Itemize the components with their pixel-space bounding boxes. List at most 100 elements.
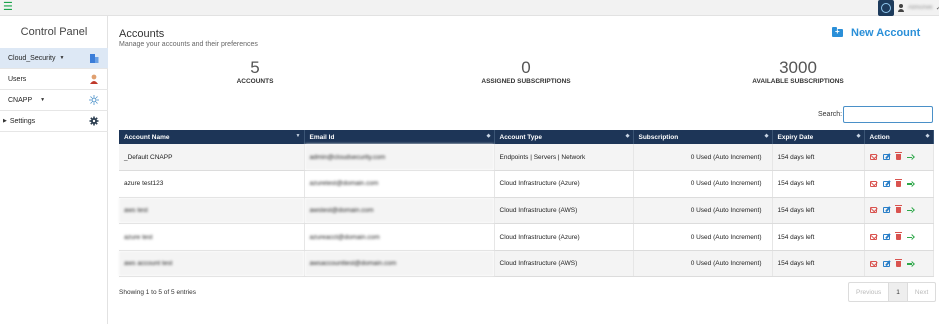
stat-available-subscriptions: 3000 AVAILABLE SUBSCRIPTIONS	[738, 58, 858, 86]
cell-actions	[864, 144, 934, 172]
cell-account-type: Endpoints | Servers | Network	[494, 144, 634, 172]
login-icon[interactable]	[906, 154, 914, 160]
sidebar-item-settings[interactable]: ▶ Settings	[0, 111, 108, 132]
trash-icon[interactable]	[894, 205, 902, 214]
cell-account-name: _Default CNAPP	[119, 144, 305, 172]
caret-down-icon: ▼	[40, 97, 46, 103]
building-icon	[90, 54, 99, 63]
stat-label: ASSIGNED SUBSCRIPTIONS	[481, 78, 571, 85]
sort-icon: ◆	[625, 133, 630, 139]
pagination-page-button[interactable]: 1	[889, 283, 908, 301]
edit-icon[interactable]	[882, 234, 890, 241]
stat-label: AVAILABLE SUBSCRIPTIONS	[752, 78, 844, 85]
column-header-account-name[interactable]: Account Name ▼	[119, 130, 305, 144]
edit-icon[interactable]	[882, 180, 890, 187]
login-icon[interactable]	[906, 261, 914, 267]
cell-subscription: 0 Used (Auto Increment)	[633, 197, 773, 225]
mail-icon[interactable]	[869, 234, 877, 241]
stat-label: ACCOUNTS	[236, 78, 274, 85]
mail-icon[interactable]	[869, 207, 877, 214]
page-subtitle: Manage your accounts and their preferenc…	[119, 41, 258, 48]
caret-right-icon: ▶	[3, 118, 7, 124]
user-avatar-icon	[897, 4, 905, 12]
column-header-expiry-date[interactable]: Expiry Date ◆	[772, 130, 865, 144]
trash-icon[interactable]	[894, 152, 902, 161]
mail-icon[interactable]	[869, 260, 877, 267]
cell-email: awstest@domain.com	[304, 197, 495, 225]
cell-account-name: azure test	[119, 223, 305, 251]
table-row: aws test awstest@domain.com Cloud Infras…	[119, 197, 934, 225]
cell-subscription: 0 Used (Auto Increment)	[633, 223, 773, 251]
search-label: Search:	[818, 111, 843, 118]
hamburger-menu-icon[interactable]: ☰	[3, 2, 13, 13]
trash-icon[interactable]	[894, 232, 902, 241]
product-logo-icon[interactable]	[878, 0, 894, 16]
sun-icon	[89, 95, 99, 105]
trash-icon[interactable]	[894, 258, 902, 267]
cell-expiry: 154 days left	[772, 250, 865, 278]
sidebar-item-label: Cloud_Security	[8, 54, 56, 62]
edit-icon[interactable]	[882, 260, 890, 267]
sort-icon: ◆	[486, 133, 491, 139]
sort-icon: ▼	[295, 133, 301, 139]
stat-value: 5	[250, 58, 260, 77]
cell-account-type: Cloud Infrastructure (AWS)	[494, 197, 634, 225]
cell-account-type: Cloud Infrastructure (AWS)	[494, 250, 634, 278]
column-header-subscription[interactable]: Subscription ◆	[633, 130, 773, 144]
cell-expiry: 154 days left	[772, 144, 865, 172]
sidebar-item-cloud-security[interactable]: Cloud_Security ▼	[0, 48, 108, 69]
table-header-row: Account Name ▼ Email Id ◆ Account Type ◆ Su…	[119, 130, 934, 144]
table-row: aws account test awsaccounttest@domain.c…	[119, 250, 934, 278]
cell-email: awsaccounttest@domain.com	[304, 250, 495, 278]
sort-icon: ◆	[925, 133, 930, 139]
column-header-email[interactable]: Email Id ◆	[304, 130, 495, 144]
pagination-next-button[interactable]: Next	[908, 283, 935, 301]
stat-value: 3000	[779, 58, 817, 77]
login-icon[interactable]	[906, 234, 914, 240]
table-row: azure test123 azuretest@domain.com Cloud…	[119, 170, 934, 198]
cell-actions	[864, 170, 934, 198]
edit-icon[interactable]	[882, 154, 890, 161]
cell-email: admin@cloudsecurity.com	[304, 144, 495, 172]
user-name: Abhishek	[908, 5, 933, 11]
trash-icon[interactable]	[894, 178, 902, 187]
stat-assigned-subscriptions: 0 ASSIGNED SUBSCRIPTIONS	[466, 58, 586, 86]
add-folder-icon	[832, 27, 843, 37]
search-input[interactable]	[843, 106, 933, 123]
user-menu[interactable]: Abhishek ✓	[897, 2, 939, 14]
user-icon	[90, 74, 98, 84]
mail-icon[interactable]	[869, 180, 877, 187]
cell-subscription: 0 Used (Auto Increment)	[633, 250, 773, 278]
table-row: _Default CNAPP admin@cloudsecurity.com E…	[119, 144, 934, 172]
stat-value: 0	[521, 58, 531, 77]
cell-actions	[864, 223, 934, 251]
accounts-table: Account Name ▼ Email Id ◆ Account Type ◆ Su…	[119, 130, 934, 278]
cell-email: azuretest@domain.com	[304, 170, 495, 198]
cell-subscription: 0 Used (Auto Increment)	[633, 144, 773, 172]
pagination-previous-button[interactable]: Previous	[849, 283, 890, 301]
sidebar-item-label: Users	[8, 75, 27, 83]
column-header-account-type[interactable]: Account Type ◆	[494, 130, 634, 144]
cell-expiry: 154 days left	[772, 197, 865, 225]
login-icon[interactable]	[906, 207, 914, 213]
table-info: Showing 1 to 5 of 5 entries	[119, 289, 196, 296]
cell-email: azureacct@domain.com	[304, 223, 495, 251]
cell-expiry: 154 days left	[772, 170, 865, 198]
cell-expiry: 154 days left	[772, 223, 865, 251]
sidebar-title: Control Panel	[20, 26, 88, 38]
mail-icon[interactable]	[869, 154, 877, 161]
cell-subscription: 0 Used (Auto Increment)	[633, 170, 773, 198]
sort-icon: ◆	[856, 133, 861, 139]
sidebar-item-cnapp[interactable]: CNAPP ▼	[0, 90, 108, 111]
pagination: Previous 1 Next	[848, 282, 937, 302]
top-bar: ☰ Abhishek ✓	[0, 0, 939, 16]
new-account-button[interactable]: New Account	[832, 27, 920, 39]
table-row: azure test azureacct@domain.com Cloud In…	[119, 223, 934, 251]
main-content: Accounts Manage your accounts and their …	[108, 16, 939, 324]
sidebar-item-users[interactable]: Users	[0, 69, 108, 90]
edit-icon[interactable]	[882, 207, 890, 214]
page-title: Accounts	[119, 28, 165, 40]
sidebar-item-label: CNAPP	[8, 96, 33, 104]
login-icon[interactable]	[906, 181, 914, 187]
cell-account-name: aws account test	[119, 250, 305, 278]
